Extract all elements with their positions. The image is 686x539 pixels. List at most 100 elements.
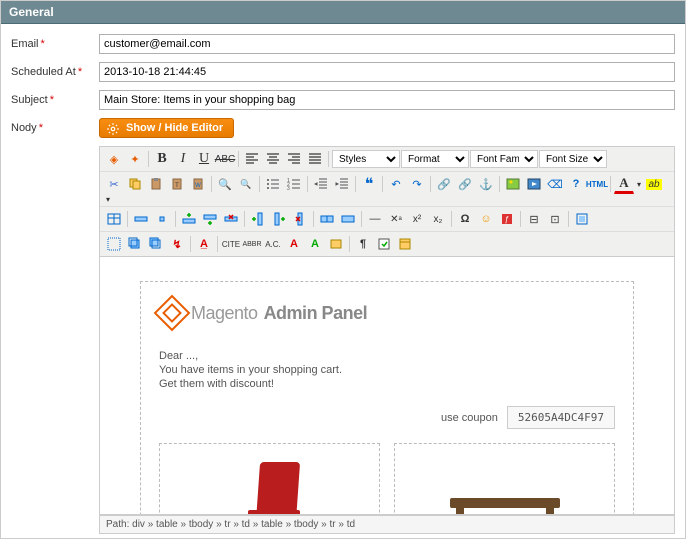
paste-word-button[interactable]: W xyxy=(188,174,208,194)
insert-col-before-button[interactable] xyxy=(248,209,268,229)
scheduled-input[interactable] xyxy=(99,62,675,82)
coupon-code: 52605A4DC4F97 xyxy=(507,406,615,429)
layer-absolute-button[interactable]: ↯ xyxy=(167,234,187,254)
insert-col-after-button[interactable] xyxy=(269,209,289,229)
align-left-button[interactable] xyxy=(242,149,262,169)
row-subject: Subject* xyxy=(11,90,675,110)
insert-row-after-button[interactable] xyxy=(200,209,220,229)
styles-select[interactable]: Styles xyxy=(332,150,400,168)
toolbar-row-3: — ✕a x² x₂ Ω ☺ ƒ ⊟ ⊡ xyxy=(100,207,674,232)
superscript-button[interactable]: x² xyxy=(407,209,427,229)
bg-color-dropdown[interactable]: ▾ xyxy=(104,195,112,204)
magento-icon xyxy=(154,295,191,332)
fontfamily-select[interactable]: Font Family xyxy=(470,150,538,168)
indent-button[interactable] xyxy=(332,174,352,194)
row-email: Email* xyxy=(11,34,675,54)
format-select[interactable]: Format xyxy=(401,150,469,168)
html-button[interactable]: HTML xyxy=(587,174,607,194)
toggle-editor-button[interactable]: Show / Hide Editor xyxy=(99,118,234,138)
char-button[interactable]: Ω xyxy=(455,209,475,229)
layer-backward-button[interactable] xyxy=(146,234,166,254)
style-edit-button[interactable]: A̲ xyxy=(194,234,214,254)
number-list-button[interactable]: 123 xyxy=(284,174,304,194)
subscript-button[interactable]: x₂ xyxy=(428,209,448,229)
hr-button[interactable]: — xyxy=(365,209,385,229)
editor-toolbar: ◈ ✦ B I U ABC Styles Form xyxy=(99,146,675,257)
merge-cells-button[interactable] xyxy=(338,209,358,229)
del-button[interactable]: A xyxy=(284,234,304,254)
link-button[interactable]: 🔗 xyxy=(434,174,454,194)
coupon-row: use coupon 52605A4DC4F97 xyxy=(159,406,615,429)
widget-icon[interactable]: ◈ xyxy=(104,149,124,169)
nonbreaking-button[interactable] xyxy=(374,234,394,254)
toolbar-row-4: ↯ A̲ CITE ABBR A.C. A A ¶ xyxy=(100,232,674,256)
visualchars-button[interactable]: ¶ xyxy=(353,234,373,254)
row-props-button[interactable] xyxy=(131,209,151,229)
acronym-button[interactable]: A.C. xyxy=(263,234,283,254)
template-button[interactable] xyxy=(395,234,415,254)
paste-text-button[interactable]: T xyxy=(167,174,187,194)
email-body-container: Magento Admin Panel Dear ..., You have i… xyxy=(140,281,634,515)
svg-text:ƒ: ƒ xyxy=(505,215,509,224)
outdent-button[interactable] xyxy=(311,174,331,194)
bullet-list-button[interactable] xyxy=(263,174,283,194)
paste-button[interactable] xyxy=(146,174,166,194)
subject-input[interactable] xyxy=(99,90,675,110)
media-button[interactable] xyxy=(524,174,544,194)
ins-button[interactable]: A xyxy=(305,234,325,254)
delete-row-button[interactable] xyxy=(221,209,241,229)
bold-button[interactable]: B xyxy=(152,149,172,169)
email-input[interactable] xyxy=(99,34,675,54)
find-button[interactable]: 🔍 xyxy=(215,174,235,194)
bg-color-button[interactable]: ab xyxy=(644,174,664,194)
strikethrough-button[interactable]: ABC xyxy=(215,149,235,169)
anchor-button[interactable]: ⚓ xyxy=(476,174,496,194)
cut-button[interactable]: ✂ xyxy=(104,174,124,194)
row-body: Nody* Show / Hide Editor ◈ ✦ B I U A xyxy=(11,118,675,534)
layer-button[interactable] xyxy=(104,234,124,254)
align-right-button[interactable] xyxy=(284,149,304,169)
text-color-dropdown[interactable]: ▾ xyxy=(635,180,643,189)
path-text[interactable]: div » table » tbody » tr » td » table » … xyxy=(132,519,355,530)
cite-button[interactable]: CITE xyxy=(221,234,241,254)
fontsize-select[interactable]: Font Size xyxy=(539,150,607,168)
help-button[interactable]: ? xyxy=(566,174,586,194)
split-cells-button[interactable] xyxy=(317,209,337,229)
redo-button[interactable]: ↷ xyxy=(407,174,427,194)
align-center-button[interactable] xyxy=(263,149,283,169)
cleanup-button[interactable]: ⌫ xyxy=(545,174,565,194)
pagebreak-button[interactable]: ⊟ xyxy=(524,209,544,229)
remove-format-button[interactable]: ✕a xyxy=(386,209,406,229)
row-scheduled: Scheduled At* xyxy=(11,62,675,82)
section-header: General xyxy=(1,1,685,24)
printbreak-button[interactable]: ⊡ xyxy=(545,209,565,229)
products-row xyxy=(159,443,615,515)
delete-col-button[interactable] xyxy=(290,209,310,229)
svg-text:3: 3 xyxy=(287,186,290,191)
editor-content[interactable]: Magento Admin Panel Dear ..., You have i… xyxy=(99,257,675,515)
insert-row-before-button[interactable] xyxy=(179,209,199,229)
attribs-button[interactable] xyxy=(326,234,346,254)
variable-icon[interactable]: ✦ xyxy=(125,149,145,169)
align-justify-button[interactable] xyxy=(305,149,325,169)
image-button[interactable] xyxy=(503,174,523,194)
cell-props-button[interactable] xyxy=(152,209,172,229)
emoticon-button[interactable]: ☺ xyxy=(476,209,496,229)
underline-button[interactable]: U xyxy=(194,149,214,169)
replace-button[interactable]: 🔍 xyxy=(236,174,256,194)
flash-button[interactable]: ƒ xyxy=(497,209,517,229)
layer-forward-button[interactable] xyxy=(125,234,145,254)
toolbar-row-1: ◈ ✦ B I U ABC Styles Form xyxy=(100,147,674,172)
table-button[interactable] xyxy=(104,209,124,229)
product-image-table xyxy=(450,498,560,515)
coupon-label: use coupon xyxy=(441,412,498,424)
product-cell-1 xyxy=(159,443,380,515)
blockquote-button[interactable]: ❝ xyxy=(359,174,379,194)
undo-button[interactable]: ↶ xyxy=(386,174,406,194)
italic-button[interactable]: I xyxy=(173,149,193,169)
fullscreen-button[interactable] xyxy=(572,209,592,229)
text-color-button[interactable]: A xyxy=(614,174,634,194)
unlink-button[interactable]: 🔗 xyxy=(455,174,475,194)
abbr-button[interactable]: ABBR xyxy=(242,234,262,254)
copy-button[interactable] xyxy=(125,174,145,194)
